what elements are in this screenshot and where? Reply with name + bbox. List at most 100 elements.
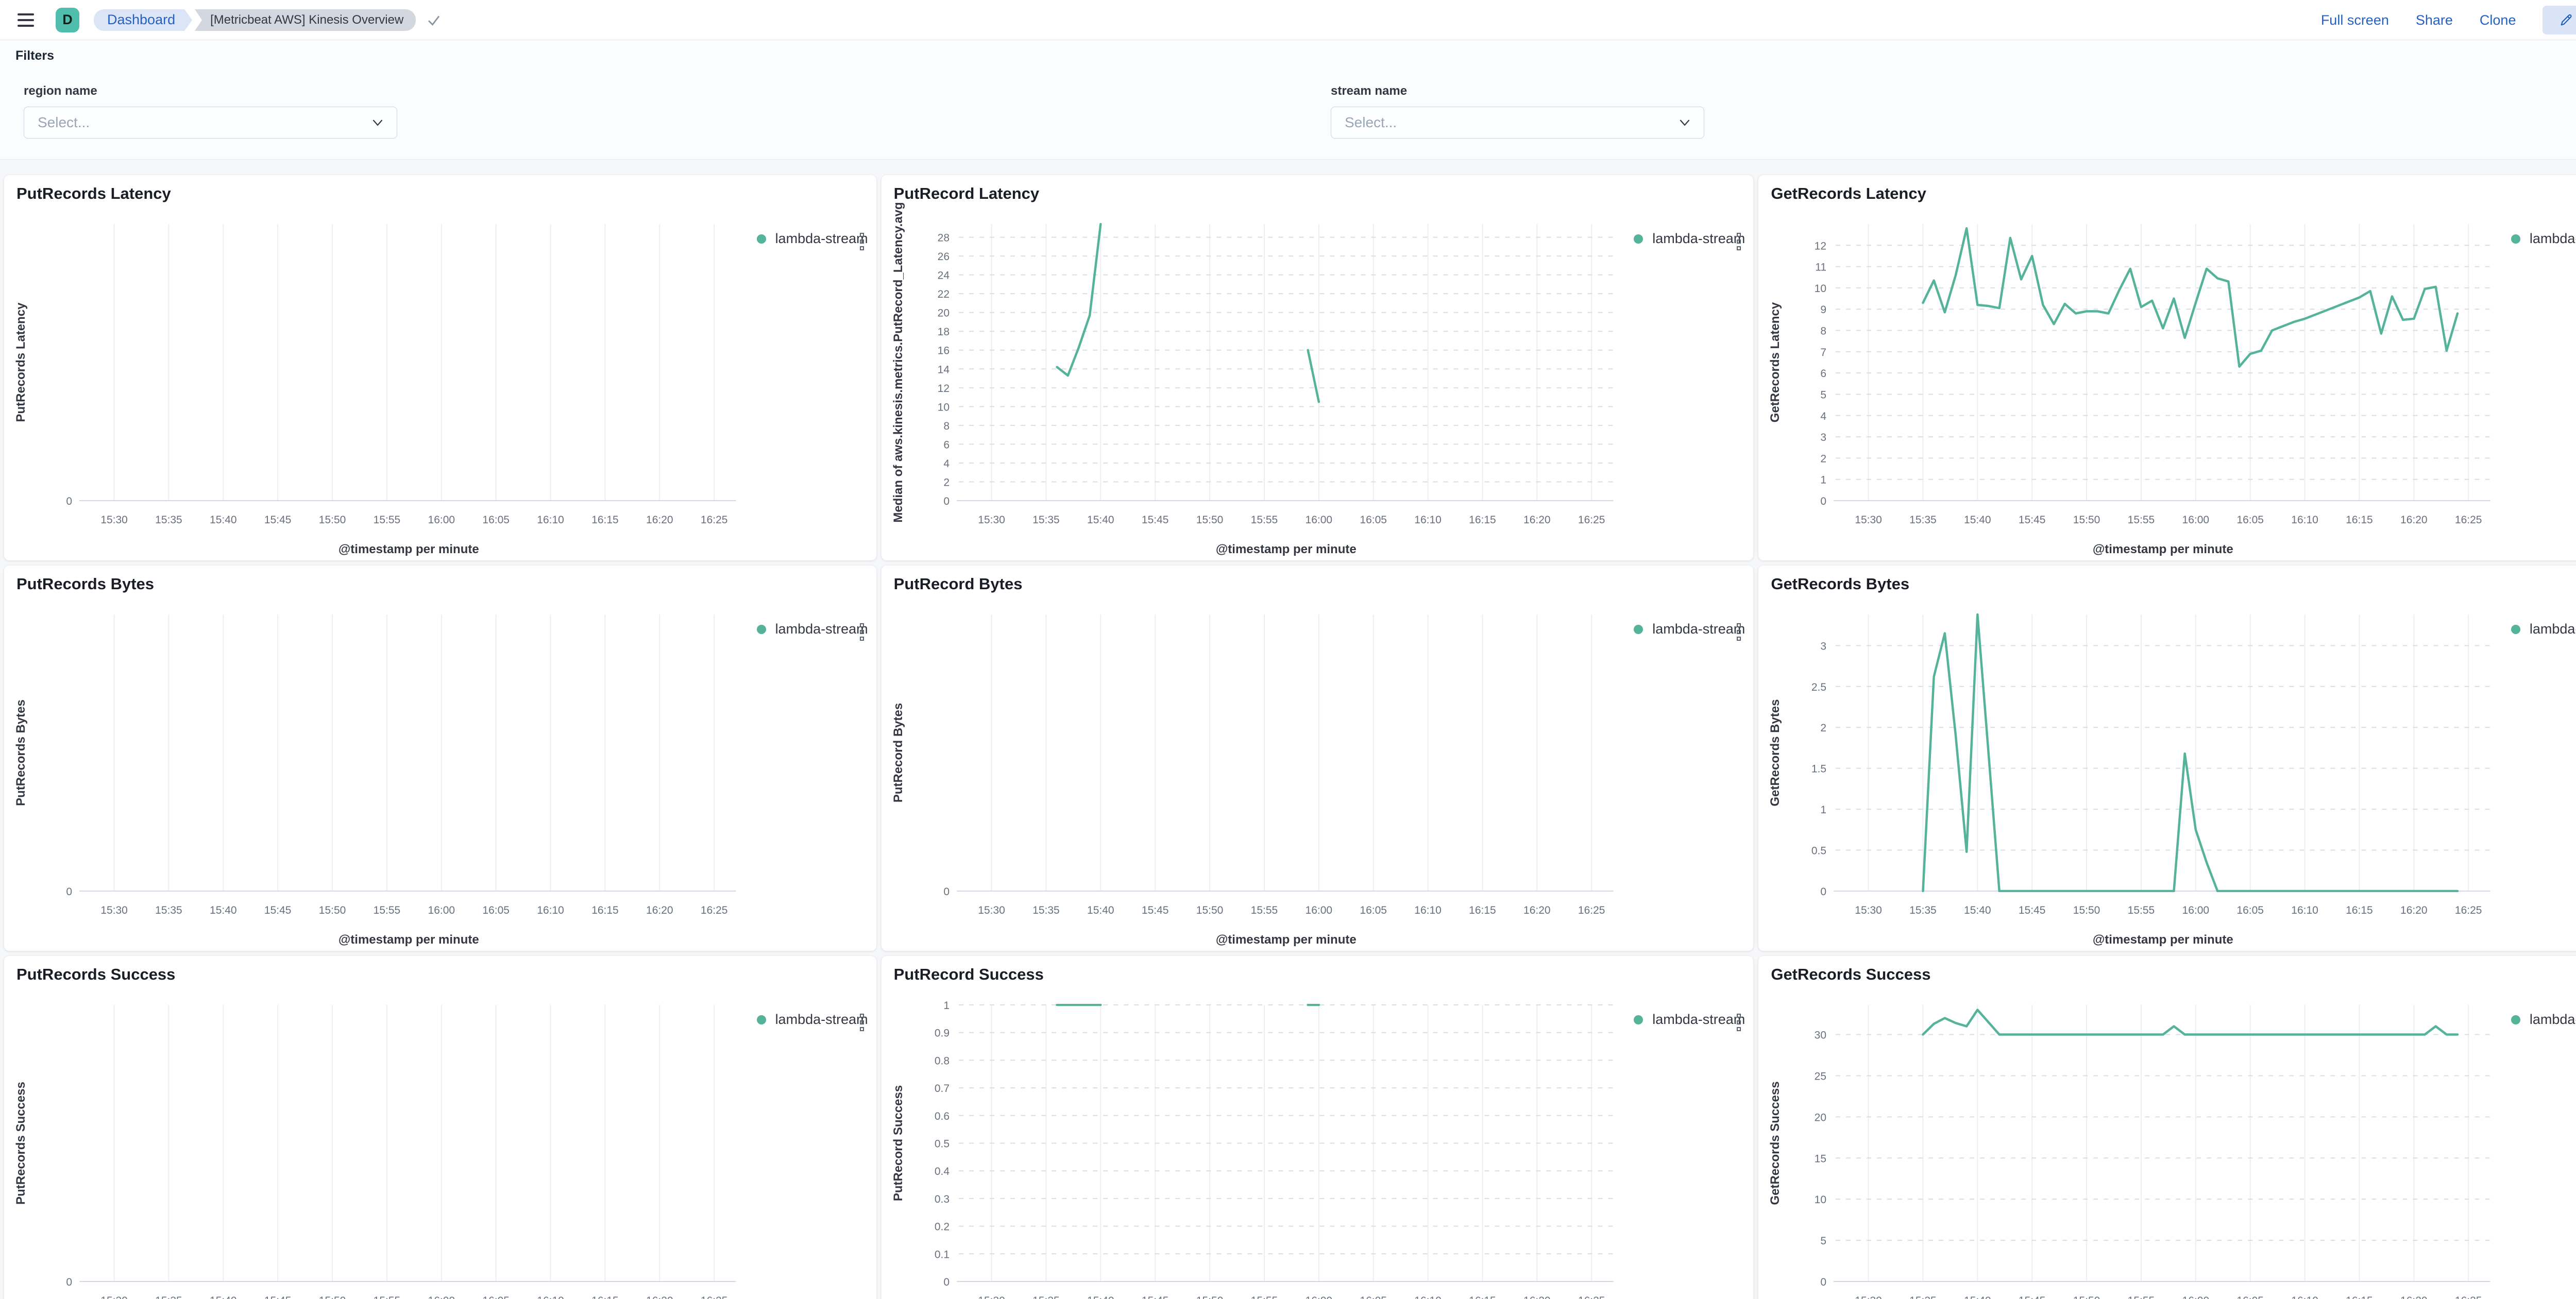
svg-text:10: 10 (1815, 1194, 1826, 1206)
svg-text:Median of aws.kinesis.metrics.: Median of aws.kinesis.metrics.PutRecord_… (891, 202, 905, 522)
legend-label[interactable]: lambda-stream (775, 621, 868, 637)
svg-text:16:10: 16:10 (2292, 904, 2319, 916)
svg-text:15:55: 15:55 (1250, 514, 1278, 526)
legend-label[interactable]: lambda-stream (2530, 231, 2576, 247)
svg-text:@timestamp per minute: @timestamp per minute (1216, 933, 1357, 947)
svg-text:16:00: 16:00 (428, 1295, 455, 1299)
svg-text:15:50: 15:50 (2073, 1295, 2100, 1299)
legend-label[interactable]: lambda-stream (1652, 1012, 1745, 1028)
svg-text:@timestamp per minute: @timestamp per minute (2093, 542, 2233, 556)
svg-text:15:40: 15:40 (210, 514, 237, 526)
svg-text:16:25: 16:25 (2455, 514, 2482, 526)
panel-getrecords-bytes: 15:3015:3515:4015:4515:5015:5516:0016:05… (1758, 566, 2576, 951)
svg-text:2: 2 (1821, 722, 1827, 734)
svg-text:15:45: 15:45 (2019, 904, 2046, 916)
legend: lambda-stream (2511, 231, 2576, 247)
svg-text:16:00: 16:00 (2182, 514, 2210, 526)
filters-heading: Filters (15, 48, 2576, 63)
legend-label[interactable]: lambda-stream (775, 231, 868, 247)
legend-menu-button[interactable] (1737, 1014, 1741, 1031)
legend-menu-button[interactable] (1737, 233, 1741, 250)
chart-plot[interactable]: 15:3015:3515:4015:4515:5015:5516:0016:05… (882, 566, 1754, 951)
chart-plot[interactable]: 15:3015:3515:4015:4515:5015:5516:0016:05… (1758, 566, 2576, 951)
panel-putrecord-bytes: 15:3015:3515:4015:4515:5015:5516:0016:05… (882, 566, 1754, 951)
svg-text:4: 4 (943, 458, 950, 470)
panel-title: PutRecord Latency (894, 184, 1040, 203)
svg-text:16:10: 16:10 (537, 1295, 564, 1299)
chart-plot[interactable]: 15:3015:3515:4015:4515:5015:5516:0016:05… (4, 956, 876, 1299)
svg-text:15:50: 15:50 (319, 514, 346, 526)
svg-text:15:45: 15:45 (1142, 1295, 1169, 1299)
svg-text:8: 8 (1821, 326, 1827, 337)
legend-menu-button[interactable] (860, 623, 864, 641)
stream-name-label: stream name (1331, 84, 1704, 98)
svg-text:0: 0 (1821, 886, 1827, 898)
svg-text:15: 15 (1815, 1153, 1826, 1165)
svg-text:15:35: 15:35 (155, 904, 182, 916)
panel-title: PutRecords Success (16, 965, 175, 984)
legend-menu-button[interactable] (860, 233, 864, 250)
legend-dot (2511, 625, 2520, 634)
svg-text:15:45: 15:45 (264, 514, 292, 526)
legend-label[interactable]: lambda-stream (2530, 1012, 2576, 1028)
legend: lambda-stream (1634, 231, 1745, 247)
panel-title: PutRecords Bytes (16, 575, 154, 593)
svg-text:3: 3 (1821, 432, 1827, 443)
chart-plot[interactable]: 15:3015:3515:4015:4515:5015:5516:0016:05… (1758, 175, 2576, 560)
top-bar: D Dashboard [Metricbeat AWS] Kinesis Ove… (0, 0, 2576, 40)
svg-text:2: 2 (943, 476, 950, 488)
svg-text:0: 0 (66, 495, 72, 507)
breadcrumb: Dashboard [Metricbeat AWS] Kinesis Overv… (94, 9, 442, 31)
legend: lambda-stream (2511, 621, 2576, 637)
legend-menu-button[interactable] (860, 1014, 864, 1031)
svg-text:1: 1 (1821, 804, 1827, 816)
svg-text:5: 5 (1821, 389, 1827, 401)
svg-text:4: 4 (1821, 411, 1827, 422)
breadcrumb-dashboard[interactable]: Dashboard (94, 9, 184, 31)
svg-text:16:00: 16:00 (428, 904, 455, 916)
chart-plot[interactable]: 15:3015:3515:4015:4515:5015:5516:0016:05… (4, 566, 876, 951)
legend-label[interactable]: lambda-stream (775, 1012, 868, 1028)
stream-name-select[interactable]: Select... (1331, 107, 1704, 139)
svg-text:15:35: 15:35 (1032, 904, 1060, 916)
svg-text:16:20: 16:20 (646, 514, 673, 526)
svg-text:16:20: 16:20 (2400, 1295, 2428, 1299)
panel-putrecords-bytes: 15:3015:3515:4015:4515:5015:5516:0016:05… (4, 566, 876, 951)
menu-button[interactable] (18, 13, 34, 27)
svg-text:0.5: 0.5 (1811, 845, 1826, 857)
svg-text:0.9: 0.9 (934, 1028, 949, 1039)
svg-text:15:55: 15:55 (1250, 1295, 1278, 1299)
chart-plot[interactable]: 15:3015:3515:4015:4515:5015:5516:0016:05… (882, 175, 1754, 560)
region-name-select[interactable]: Select... (24, 107, 397, 139)
svg-text:16:05: 16:05 (1360, 514, 1387, 526)
share-link[interactable]: Share (2416, 12, 2453, 28)
svg-text:3: 3 (1821, 640, 1827, 652)
chart-plot[interactable]: 15:3015:3515:4015:4515:5015:5516:0016:05… (882, 956, 1754, 1299)
svg-text:GetRecords Latency: GetRecords Latency (1768, 302, 1782, 422)
legend-label[interactable]: lambda-stream (1652, 231, 1745, 247)
svg-text:16:15: 16:15 (1469, 904, 1496, 916)
legend-dot (1634, 625, 1643, 634)
svg-text:15:30: 15:30 (978, 1295, 1005, 1299)
check-icon (426, 12, 442, 28)
chart-plot[interactable]: 15:3015:3515:4015:4515:5015:5516:0016:05… (1758, 956, 2576, 1299)
panel-putrecord-latency: 15:3015:3515:4015:4515:5015:5516:0016:05… (882, 175, 1754, 560)
svg-text:PutRecords Bytes: PutRecords Bytes (14, 699, 28, 806)
svg-text:15:40: 15:40 (1964, 904, 1991, 916)
panel-getrecords-latency: 15:3015:3515:4015:4515:5015:5516:0016:05… (1758, 175, 2576, 560)
svg-text:PutRecord Success: PutRecord Success (891, 1085, 905, 1201)
chart-plot[interactable]: 15:3015:3515:4015:4515:5015:5516:0016:05… (4, 175, 876, 560)
dashboard-app-icon[interactable]: D (56, 8, 79, 32)
legend-label[interactable]: lambda-stream (1652, 621, 1745, 637)
svg-text:16:10: 16:10 (537, 514, 564, 526)
svg-text:16:15: 16:15 (2346, 514, 2373, 526)
svg-text:0.8: 0.8 (934, 1055, 949, 1067)
svg-text:15:30: 15:30 (100, 514, 128, 526)
legend-label[interactable]: lambda-stream (2530, 621, 2576, 637)
clone-link[interactable]: Clone (2480, 12, 2516, 28)
svg-text:16:15: 16:15 (2346, 1295, 2373, 1299)
legend-menu-button[interactable] (1737, 623, 1741, 641)
svg-text:0.4: 0.4 (934, 1166, 950, 1177)
edit-button[interactable]: Edit (2543, 6, 2576, 35)
full-screen-link[interactable]: Full screen (2321, 12, 2389, 28)
